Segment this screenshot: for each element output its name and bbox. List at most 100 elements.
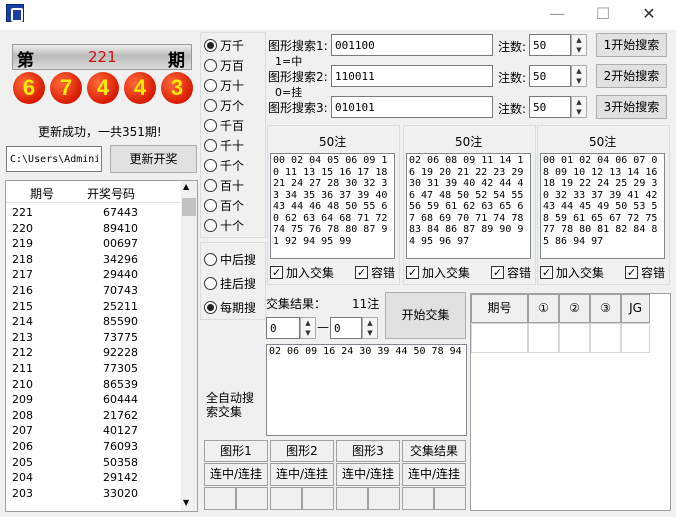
radio-dot[interactable]	[204, 219, 217, 233]
spin-down-icon[interactable]: ▼	[572, 107, 586, 117]
table-row[interactable]: 207 40127	[7, 424, 180, 440]
result-col-header-4[interactable]: ③	[590, 294, 621, 323]
spin-down-icon[interactable]: ▼	[301, 328, 315, 338]
position-radio-1[interactable]: 万百	[204, 56, 244, 74]
checkbox-box[interactable]: ✓	[355, 265, 368, 279]
count-input-2[interactable]	[529, 65, 571, 87]
add-intersection-checkbox-2[interactable]: ✓ 加入交集	[406, 264, 470, 280]
table-row[interactable]: 208 21762	[7, 409, 180, 425]
result-numbers-1[interactable]: 00 02 04 05 06 09 10 11 13 15 16 17 18 2…	[270, 153, 395, 259]
table-row[interactable]: 204 29142	[7, 471, 180, 487]
range-to-spinner[interactable]: ▲ ▼	[362, 317, 378, 339]
update-draws-button[interactable]: 更新开奖	[110, 145, 197, 173]
search-mode-radio-0[interactable]: 中后搜	[204, 250, 256, 268]
count-input-1[interactable]	[529, 34, 571, 56]
spin-up-icon[interactable]: ▲	[363, 318, 377, 328]
scroll-down-icon[interactable]: ▼	[183, 498, 189, 507]
table-row[interactable]: 215 25211	[7, 300, 180, 316]
position-radio-0[interactable]: 万千	[204, 36, 244, 54]
position-radio-9[interactable]: 十个	[204, 217, 244, 235]
table-row[interactable]: 214 85590	[7, 315, 180, 331]
result-col-header-1[interactable]: 期号	[471, 294, 528, 323]
radio-dot[interactable]	[204, 300, 217, 314]
spin-up-icon[interactable]: ▲	[572, 35, 586, 45]
checkbox-box[interactable]: ✓	[491, 265, 504, 279]
add-intersection-checkbox-1[interactable]: ✓ 加入交集	[270, 264, 334, 280]
table-row[interactable]: 213 73775	[7, 331, 180, 347]
table-row[interactable]: 210 86539	[7, 378, 180, 394]
radio-dot[interactable]	[204, 199, 217, 213]
history-col-number[interactable]: 开奖号码	[87, 185, 135, 202]
checkbox-box[interactable]: ✓	[540, 265, 553, 279]
pattern-input-2[interactable]	[331, 65, 493, 87]
table-row[interactable]: 217 29440	[7, 268, 180, 284]
pattern-input-3[interactable]	[331, 96, 493, 118]
result-numbers-3[interactable]: 00 01 02 04 06 07 08 09 10 12 13 14 16 1…	[540, 153, 665, 259]
position-radio-7[interactable]: 百十	[204, 177, 244, 195]
spin-up-icon[interactable]: ▲	[572, 97, 586, 107]
position-radio-8[interactable]: 百个	[204, 197, 244, 215]
radio-dot[interactable]	[204, 276, 217, 290]
add-intersection-checkbox-3[interactable]: ✓ 加入交集	[540, 264, 604, 280]
radio-dot[interactable]	[204, 38, 217, 52]
checkbox-box[interactable]: ✓	[270, 265, 283, 279]
history-col-issue[interactable]: 期号	[30, 185, 54, 202]
position-radio-5[interactable]: 千十	[204, 137, 244, 155]
spin-down-icon[interactable]: ▼	[572, 45, 586, 55]
radio-dot[interactable]	[204, 159, 217, 173]
spin-down-icon[interactable]: ▼	[363, 328, 377, 338]
count-input-3[interactable]	[529, 96, 571, 118]
result-col-header-2[interactable]: ①	[528, 294, 559, 323]
count-spinner-1[interactable]: ▲ ▼	[571, 34, 587, 56]
history-scrollbar[interactable]	[181, 181, 197, 511]
scroll-up-icon[interactable]: ▲	[183, 182, 189, 191]
start-search-button-2[interactable]: 2开始搜索	[596, 64, 667, 88]
radio-dot[interactable]	[204, 58, 217, 72]
tolerance-checkbox-2[interactable]: ✓ 容错	[491, 264, 531, 280]
checkbox-box[interactable]: ✓	[625, 265, 638, 279]
position-radio-6[interactable]: 千个	[204, 157, 244, 175]
table-row[interactable]: 212 92228	[7, 346, 180, 362]
search-mode-radio-1[interactable]: 挂后搜	[204, 274, 256, 292]
radio-dot[interactable]	[204, 252, 217, 266]
start-intersection-button[interactable]: 开始交集	[385, 292, 466, 339]
start-search-button-3[interactable]: 3开始搜索	[596, 95, 667, 119]
count-spinner-3[interactable]: ▲ ▼	[571, 96, 587, 118]
table-row[interactable]: 219 00697	[7, 237, 180, 253]
table-row[interactable]: 216 70743	[7, 284, 180, 300]
table-row[interactable]: 205 50358	[7, 456, 180, 472]
search-mode-radio-2[interactable]: 每期搜	[204, 298, 256, 316]
intersection-result[interactable]: 02 06 09 16 24 30 39 44 50 78 94	[266, 344, 467, 436]
spin-up-icon[interactable]: ▲	[301, 318, 315, 328]
radio-dot[interactable]	[204, 139, 217, 152]
result-col-header-3[interactable]: ②	[559, 294, 590, 323]
start-search-button-1[interactable]: 1开始搜索	[596, 33, 667, 57]
radio-dot[interactable]	[204, 179, 217, 193]
count-spinner-2[interactable]: ▲ ▼	[571, 65, 587, 87]
table-row[interactable]: 206 76093	[7, 440, 180, 456]
position-radio-4[interactable]: 千百	[204, 116, 244, 134]
maximize-button[interactable]: ☐	[580, 0, 626, 30]
result-numbers-2[interactable]: 02 06 08 09 11 14 16 19 20 21 22 23 29 3…	[406, 153, 531, 259]
radio-dot[interactable]	[204, 98, 217, 112]
table-row[interactable]: 211 77305	[7, 362, 180, 378]
range-to-input[interactable]	[330, 317, 362, 339]
result-col-header-5[interactable]: JG	[621, 294, 650, 323]
close-button[interactable]: ✕	[626, 0, 672, 30]
tolerance-checkbox-1[interactable]: ✓ 容错	[355, 264, 395, 280]
checkbox-box[interactable]: ✓	[406, 265, 419, 279]
table-row[interactable]: 218 34296	[7, 253, 180, 269]
table-row[interactable]: 203 33020	[7, 487, 180, 503]
tolerance-checkbox-3[interactable]: ✓ 容错	[625, 264, 665, 280]
data-path-input[interactable]	[6, 146, 102, 172]
position-radio-3[interactable]: 万个	[204, 96, 244, 114]
spin-up-icon[interactable]: ▲	[572, 66, 586, 76]
pattern-input-1[interactable]	[331, 34, 493, 56]
radio-dot[interactable]	[204, 78, 217, 92]
table-row[interactable]: 209 60444	[7, 393, 180, 409]
table-row[interactable]: 220 89410	[7, 222, 180, 238]
position-radio-2[interactable]: 万十	[204, 76, 244, 94]
scroll-thumb[interactable]	[182, 198, 196, 216]
range-from-input[interactable]	[266, 317, 300, 339]
radio-dot[interactable]	[204, 118, 217, 132]
